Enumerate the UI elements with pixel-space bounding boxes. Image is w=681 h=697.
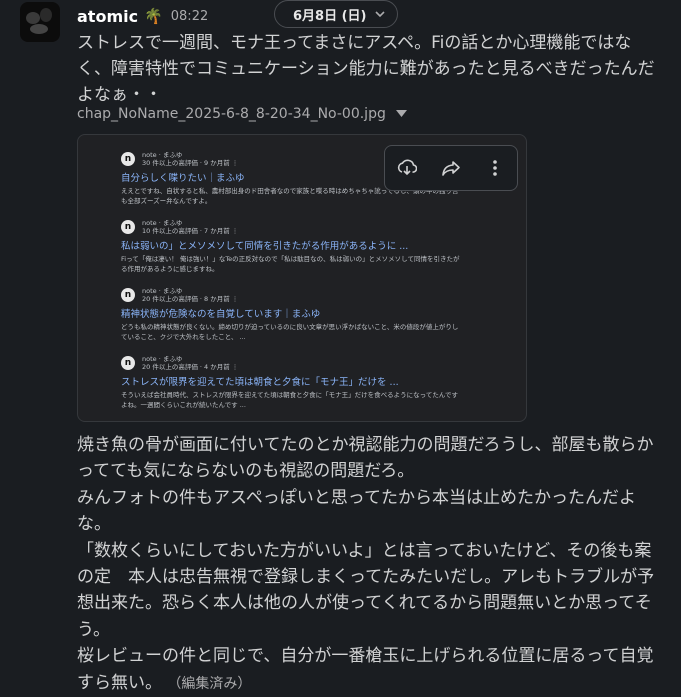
note-logo-icon: n <box>121 220 135 234</box>
avatar[interactable] <box>20 2 60 42</box>
message-text-continued: 焼き魚の骨が画面に付いてたのとか視認能力の問題だろうし、部屋も散らかってても気に… <box>77 432 662 697</box>
result-title: 精神状態が危険なのを自覚しています｜まふゆ <box>121 309 321 320</box>
result-site: note · まふゆ <box>142 355 183 363</box>
message-body: 焼き魚の骨が画面に付いてたのとか視認能力の問題だろうし、部屋も散らかってても気に… <box>77 435 655 693</box>
result-meta: 30 件以上の高評価 · 9 か月前 ⋮ <box>142 159 239 167</box>
username[interactable]: atomic <box>77 7 138 26</box>
more-vertical-icon[interactable] <box>480 153 510 183</box>
edited-label: （編集済み） <box>167 675 252 692</box>
search-result: n note · まふゆ 20 件以上の高評価 · 8 か月前 ⋮ 精神状態が危… <box>121 287 461 342</box>
message-header: atomic 🌴 08:22 <box>77 4 208 28</box>
attachment-filename-label: chap_NoName_2025-6-8_8-20-34_No-00.jpg <box>77 106 386 122</box>
result-site: note · まふゆ <box>142 219 183 227</box>
date-divider-button[interactable]: 6月8日 (日) <box>274 0 398 28</box>
search-result: n note · まふゆ 10 件以上の高評価 · 7 か月前 ⋮ 私は弱いの」… <box>121 219 461 274</box>
message-text: ストレスで一週間、モナ王ってまさにアスペ。Fiの話とか心理機能ではなく、障害特性… <box>77 33 655 105</box>
chevron-down-icon <box>374 8 385 21</box>
result-title: 私は弱いの」とメソメソして同情を引きたがる作用があるように ... <box>121 241 409 252</box>
result-meta: 20 件以上の高評価 · 8 か月前 ⋮ <box>142 295 239 303</box>
date-label: 6月8日 (日) <box>293 8 367 24</box>
status-emoji: 🌴 <box>144 7 163 25</box>
result-site: note · まふゆ <box>142 287 183 295</box>
result-meta: 20 件以上の高評価 · 4 か月前 ⋮ <box>142 363 239 371</box>
result-title: ストレスが限界を迎えてた頃は朝食と夕食に「モナ王」だけを ... <box>121 377 399 388</box>
result-meta: 10 件以上の高評価 · 7 か月前 ⋮ <box>142 227 239 235</box>
caret-down-icon[interactable] <box>395 109 407 120</box>
result-site: note · まふゆ <box>142 151 183 159</box>
download-icon[interactable] <box>392 153 422 183</box>
result-snippet: どうも私の精神状態が良くない。締め切りが迫っているのに良い文章が思い浮かばないこ… <box>121 323 459 341</box>
search-result: n note · まふゆ 20 件以上の高評価 · 4 か月前 ⋮ ストレスが限… <box>121 355 461 410</box>
attachment-actions-toolbar <box>384 145 518 191</box>
attachment-filename[interactable]: chap_NoName_2025-6-8_8-20-34_No-00.jpg <box>77 106 407 122</box>
note-logo-icon: n <box>121 288 135 302</box>
attachment-image[interactable]: n note · まふゆ 30 件以上の高評価 · 9 か月前 ⋮ 自分らしく喋… <box>77 134 527 422</box>
note-logo-icon: n <box>121 152 135 166</box>
note-logo-icon: n <box>121 356 135 370</box>
share-icon[interactable] <box>436 153 466 183</box>
timestamp[interactable]: 08:22 <box>171 9 208 24</box>
result-snippet: そういえば会社員時代、ストレスが限界を迎えてた頃は朝食と夕食に「モナ王」だけを食… <box>121 391 459 409</box>
result-snippet: Fiって「俺は凄い！ 俺は強い！」なTeの正反対なので「私は駄目なの、私は弱いの… <box>121 255 460 273</box>
